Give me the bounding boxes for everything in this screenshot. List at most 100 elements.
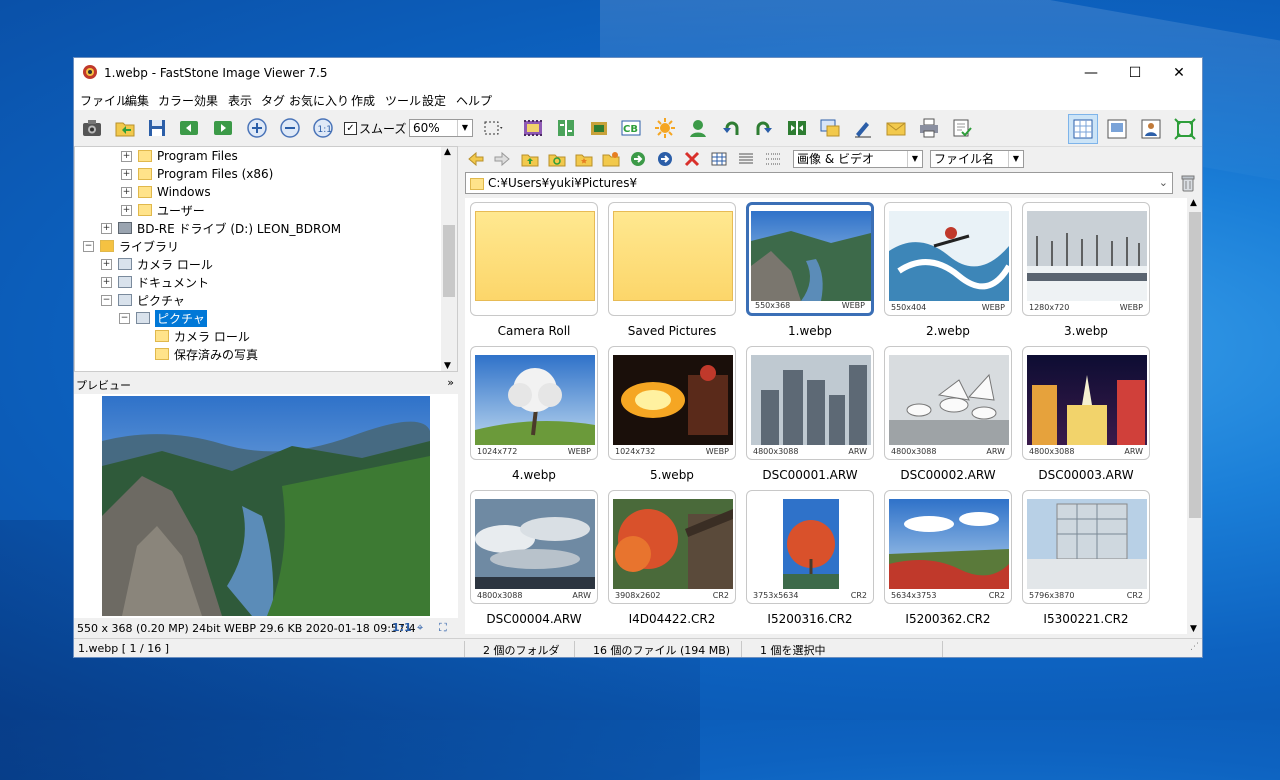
sort-select[interactable]: ファイル名 ▼ [930,150,1024,168]
menu-view[interactable]: 表示 [228,92,252,109]
address-bar[interactable]: C:¥Users¥yuki¥Pictures¥ ⌄ [465,172,1173,194]
refresh-icon[interactable] [548,150,566,168]
thumbnail-caption[interactable]: 2.webp [884,324,1012,338]
thumbnail-caption[interactable]: I5200362.CR2 [884,612,1012,626]
thumbnail-view-icon[interactable] [710,150,728,168]
expand-icon[interactable]: + [121,168,132,180]
menu-help[interactable]: ヘルプ [456,92,492,109]
tree-item[interactable]: + Program Files (x86) [121,165,273,183]
menu-create[interactable]: 作成 [351,92,375,109]
expand-icon[interactable]: + [101,222,112,234]
image-thumbnail[interactable]: 1280x720 WEBP [1022,202,1150,316]
scroll-up-icon[interactable]: ▲ [1190,198,1197,208]
tree-scrollbar[interactable]: ▲ ▼ [441,147,457,371]
image-thumbnail[interactable]: 3908x2602 CR2 [608,490,736,604]
image-thumbnail[interactable]: 1024x732 WEBP [608,346,736,460]
smooth-checkbox[interactable]: ✓ スムーズ [344,120,406,137]
print-icon[interactable] [918,117,940,139]
tree-item-selected[interactable]: − ピクチャ [119,309,207,327]
next-icon[interactable] [212,117,234,139]
flip-icon[interactable] [786,117,808,139]
tree-item[interactable]: + カメラ ロール [101,255,213,273]
collapse-icon[interactable]: − [83,240,94,252]
thumbnail-caption[interactable]: I4D04422.CR2 [608,612,736,626]
copy-to-icon[interactable] [629,150,647,168]
open-folder-icon[interactable] [114,117,136,139]
tree-item[interactable]: + Program Files [121,147,238,165]
fullscreen-preview-icon[interactable]: ⛶ [439,621,447,635]
tree-item[interactable]: + ドキュメント [101,273,209,291]
thumbnail-scroll-thumb[interactable] [1189,212,1201,518]
thumbnail-caption[interactable]: DSC00003.ARW [1022,468,1150,482]
tree-scroll-thumb[interactable] [443,225,455,297]
tree-item[interactable]: 保存済みの写真 [155,345,258,363]
up-folder-icon[interactable] [521,150,539,168]
expand-icon[interactable]: + [101,276,112,288]
folder-thumbnail[interactable] [608,202,736,316]
zoom-in-icon[interactable] [246,117,268,139]
adjust-lighting-icon[interactable] [654,117,676,139]
save-icon[interactable] [146,117,168,139]
view-layout-details-button[interactable] [1136,114,1166,144]
fit-icon[interactable]: ⌖ [417,621,423,635]
image-thumbnail[interactable]: 5634x3753 CR2 [884,490,1012,604]
camera-icon[interactable] [81,117,103,139]
image-thumbnail[interactable]: 3753x5634 CR2 [746,490,874,604]
tree-item[interactable]: + ユーザー [121,201,205,219]
thumbnail-caption[interactable]: I5200316.CR2 [746,612,874,626]
details-view-icon[interactable] [764,150,782,168]
rotate-right-icon[interactable] [753,117,775,139]
draw-icon[interactable] [852,117,874,139]
resize-icon[interactable] [819,117,841,139]
contact-sheet-icon[interactable]: CB [620,117,642,139]
expand-icon[interactable]: + [101,258,112,270]
expand-icon[interactable]: + [121,204,132,216]
collapse-preview-icon[interactable]: » [447,376,454,389]
image-thumbnail[interactable]: 5796x3870 CR2 [1022,490,1150,604]
file-type-filter[interactable]: 画像 & ビデオ ▼ [793,150,923,168]
batch-icon[interactable] [588,117,610,139]
minimize-button[interactable]: — [1068,58,1114,88]
image-thumbnail[interactable]: 4800x3088 ARW [746,346,874,460]
thumbnail-caption[interactable]: DSC00004.ARW [470,612,598,626]
tree-item[interactable]: − ピクチャ [101,291,185,309]
tree-item[interactable]: + Windows [121,183,211,201]
menu-favorites[interactable]: お気に入り [289,92,349,109]
forward-icon[interactable] [493,150,511,168]
slideshow-icon[interactable] [522,117,544,139]
thumbnail-scrollbar[interactable]: ▲ ▼ [1187,198,1202,634]
image-thumbnail[interactable]: 4800x3088 ARW [884,346,1012,460]
maximize-button[interactable]: ☐ [1112,58,1158,88]
recycle-bin-icon[interactable] [1180,174,1196,192]
list-view-icon[interactable] [737,150,755,168]
new-folder-icon[interactable] [602,150,620,168]
fullscreen-button[interactable] [1170,114,1200,144]
delete-icon[interactable] [683,150,701,168]
image-thumbnail[interactable]: 4800x3088 ARW [470,490,598,604]
resize-grip-icon[interactable]: ⋰ [1190,642,1199,652]
menu-file[interactable]: ファイル [80,92,128,109]
image-thumbnail[interactable]: 550x368 WEBP [746,202,874,316]
expand-icon[interactable]: + [121,186,132,198]
tree-item[interactable]: カメラ ロール [155,327,250,345]
scroll-up-icon[interactable]: ▲ [444,147,451,157]
view-layout-browser-button[interactable] [1068,114,1098,144]
acquire-icon[interactable] [951,117,973,139]
thumbnail-caption[interactable]: Camera Roll [470,324,598,338]
thumbnail-caption[interactable]: 4.webp [470,468,598,482]
back-icon[interactable] [467,150,485,168]
menu-color[interactable]: カラー [158,92,194,109]
menu-tags[interactable]: タグ [261,92,285,109]
actual-size-button[interactable]: 1:1 [392,621,412,634]
expand-icon[interactable]: + [121,150,132,162]
thumbnail-caption[interactable]: 1.webp [746,324,874,338]
thumbnail-caption[interactable]: I5300221.CR2 [1022,612,1150,626]
thumbnail-caption[interactable]: DSC00002.ARW [884,468,1012,482]
chevron-down-icon[interactable]: ⌄ [1159,173,1168,193]
collapse-icon[interactable]: − [101,294,112,306]
zoom-select[interactable]: 60% ▼ [409,119,473,137]
actual-size-icon[interactable]: 1:1 [312,117,334,139]
image-thumbnail[interactable]: 4800x3088 ARW [1022,346,1150,460]
red-eye-icon[interactable] [687,117,709,139]
scroll-down-icon[interactable]: ▼ [1190,624,1197,634]
